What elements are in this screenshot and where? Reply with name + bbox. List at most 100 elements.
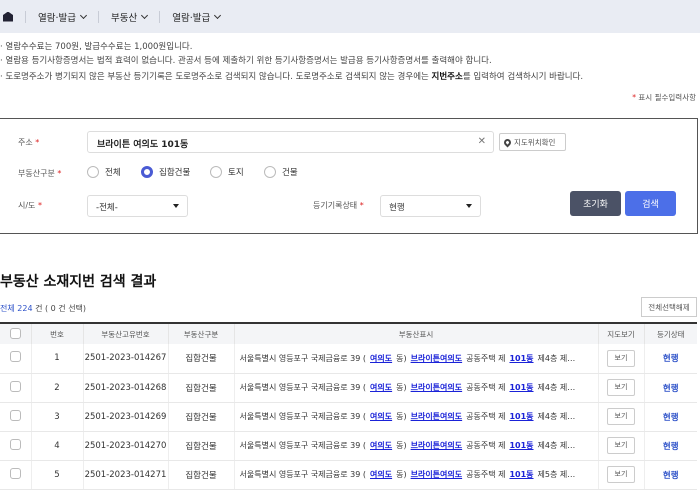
label-text: 시/도	[18, 201, 36, 210]
record-status-select[interactable]: 현행	[380, 195, 481, 217]
nav-label: 부동산	[110, 12, 138, 24]
home-icon[interactable]	[3, 11, 13, 22]
building-link[interactable]: 브라이튼여의도	[411, 412, 463, 421]
nav-menu-3[interactable]: 열람·발급	[172, 10, 222, 24]
row-number: 3	[30, 402, 83, 432]
addr-text: 동)	[396, 470, 407, 479]
view-map-button[interactable]: 보기	[607, 437, 635, 454]
radio-label: 집합건물	[159, 168, 191, 178]
unit-link[interactable]: 101동	[509, 383, 533, 392]
unit-link[interactable]: 101동	[509, 354, 533, 363]
radio-building[interactable]: 건물	[264, 166, 298, 178]
top-nav: 열람·발급 부동산 열람·발급	[0, 0, 700, 33]
row-select-cell	[0, 344, 31, 374]
status-link[interactable]: 현행	[663, 354, 679, 364]
status-cell: 현행	[643, 344, 697, 374]
view-map-button[interactable]: 보기	[607, 466, 635, 483]
map-cell: 보기	[597, 460, 644, 490]
addr-text: 공동주택 제	[466, 441, 506, 450]
nav-menu-1[interactable]: 열람·발급	[38, 10, 88, 24]
row-select-cell	[0, 373, 31, 403]
row-checkbox[interactable]	[9, 351, 21, 363]
unit-link[interactable]: 101동	[509, 441, 533, 450]
building-link[interactable]: 브라이튼여의도	[411, 470, 463, 479]
row-checkbox[interactable]	[9, 380, 21, 392]
property-id: 2501-2023-014270	[82, 431, 168, 461]
dong-link[interactable]: 여의도	[370, 470, 392, 479]
addr-text: 공동주택 제	[466, 470, 506, 479]
radio-label: 건물	[282, 168, 298, 178]
building-link[interactable]: 브라이튼여의도	[411, 354, 463, 363]
property-id: 2501-2023-014271	[82, 460, 168, 490]
dong-link[interactable]: 여의도	[370, 354, 392, 363]
label-text: 등기기록상태	[313, 201, 358, 210]
search-button[interactable]: 검색	[625, 191, 676, 216]
divider	[25, 10, 26, 23]
status-cell: 현행	[643, 431, 697, 461]
row-checkbox[interactable]	[9, 467, 21, 479]
nav-label: 열람·발급	[172, 12, 211, 24]
row-select-cell	[0, 460, 31, 490]
unit-link[interactable]: 101동	[509, 412, 533, 421]
radio-collective-building[interactable]: 집합건물	[141, 166, 190, 178]
select-all-cell	[0, 323, 31, 344]
property-type: 집합건물	[167, 460, 234, 490]
radio-all[interactable]: 전체	[87, 166, 121, 178]
row-number: 4	[30, 431, 83, 461]
clear-icon[interactable]: ✕	[478, 136, 486, 147]
table-row: 2 2501-2023-014268 집합건물 서울특별시 영등포구 국제금융로…	[0, 373, 697, 403]
col-header: 번호	[30, 323, 83, 344]
select-value: -전체-	[96, 203, 118, 213]
addr-text: 공동주택 제	[466, 353, 506, 363]
col-header: 등기상태	[643, 323, 697, 344]
view-map-button[interactable]: 보기	[607, 349, 635, 367]
radio-circle	[264, 166, 276, 178]
property-id: 2501-2023-014269	[82, 402, 168, 432]
status-link[interactable]: 현행	[663, 413, 679, 423]
reset-button[interactable]: 초기화	[570, 191, 621, 216]
address-input[interactable]: 브라이튼 여의도 101동 ✕	[87, 131, 494, 153]
type-label: 부동산구분 *	[18, 169, 62, 178]
row-select-cell	[0, 431, 31, 461]
status-cell: 현행	[643, 460, 697, 490]
col-header: 부동산고유번호	[82, 323, 168, 344]
deselect-all-button[interactable]: 전체선택해제	[641, 297, 697, 317]
select-all-checkbox[interactable]	[9, 327, 21, 339]
radio-land[interactable]: 토지	[210, 166, 244, 178]
addr-text: 동)	[396, 383, 407, 392]
count-value: 224	[17, 304, 33, 313]
building-link[interactable]: 브라이튼여의도	[411, 441, 463, 450]
required-text: 표시 필수입력사항	[638, 93, 696, 102]
dong-link[interactable]: 여의도	[370, 383, 392, 392]
map-location-button[interactable]: 지도위치확인	[499, 133, 566, 151]
required-legend: * 표시 필수입력사항	[632, 93, 696, 102]
status-link[interactable]: 현행	[663, 384, 679, 394]
radio-circle	[87, 166, 99, 178]
col-header: 부동산표시	[233, 323, 598, 344]
radio-circle	[210, 166, 222, 178]
view-map-button[interactable]: 보기	[607, 408, 635, 425]
divider	[159, 10, 161, 23]
dong-link[interactable]: 여의도	[370, 441, 392, 450]
sido-label: 시/도 *	[18, 201, 42, 210]
property-address: 서울특별시 영등포구 국제금융로 39 (여의도 동) 브라이튼여의도 공동주택 제1…	[233, 373, 598, 403]
status-link[interactable]: 현행	[663, 471, 679, 481]
row-number: 2	[30, 373, 83, 403]
status-link[interactable]: 현행	[663, 442, 679, 452]
building-link[interactable]: 브라이튼여의도	[411, 383, 463, 392]
unit-link[interactable]: 101동	[509, 470, 533, 479]
addr-text: 동)	[396, 441, 407, 450]
label-text: 주소	[18, 138, 33, 147]
table-row: 1 2501-2023-014267 집합건물 서울특별시 영등포구 국제금융로…	[0, 344, 697, 374]
select-value: 현행	[389, 203, 405, 213]
map-cell: 보기	[597, 373, 644, 403]
map-cell: 보기	[597, 431, 644, 461]
sido-select[interactable]: -전체-	[87, 195, 188, 217]
input-value: 브라이튼 여의도 101동	[97, 140, 189, 150]
dong-link[interactable]: 여의도	[370, 412, 392, 421]
row-checkbox[interactable]	[9, 409, 21, 421]
count-suffix: 건 ( 0 건 선택)	[32, 304, 87, 313]
row-checkbox[interactable]	[9, 438, 21, 450]
nav-menu-2[interactable]: 부동산	[110, 10, 149, 24]
view-map-button[interactable]: 보기	[607, 379, 635, 396]
